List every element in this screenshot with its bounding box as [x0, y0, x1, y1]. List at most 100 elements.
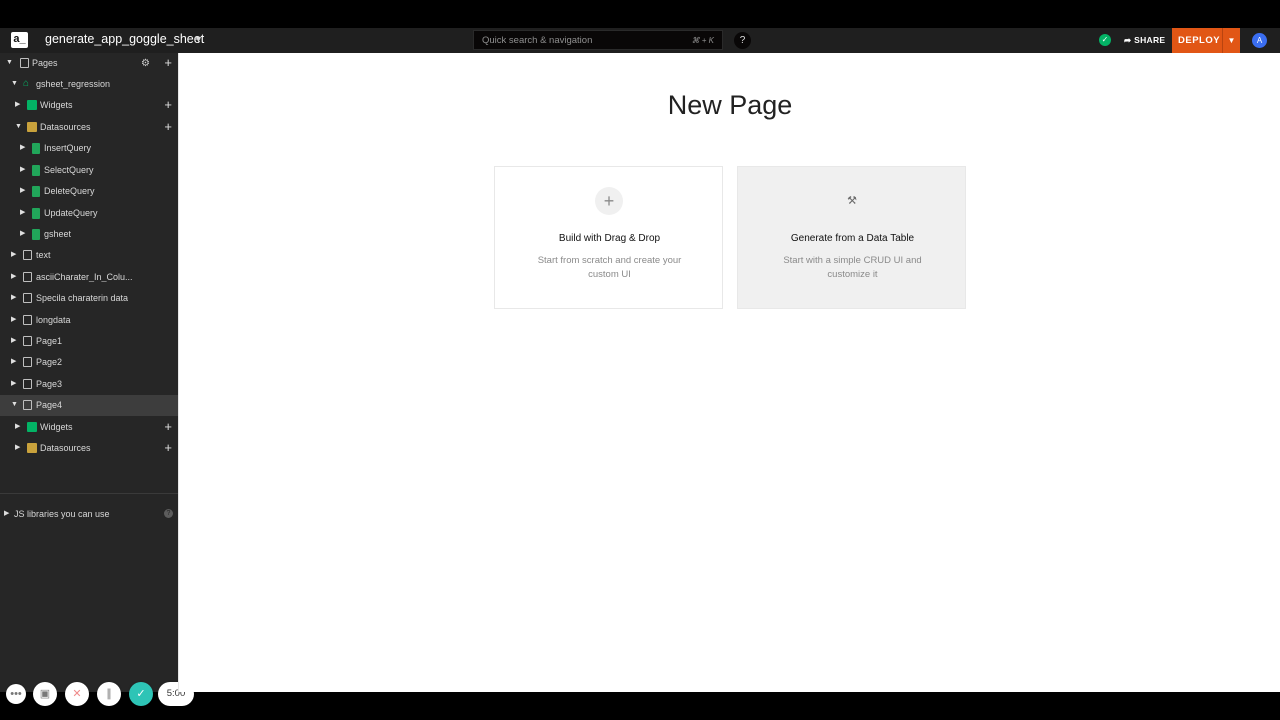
sidebar-item-label: Widgets — [40, 100, 73, 110]
sidebar-item-page[interactable]: ▶ text — [0, 245, 178, 266]
sidebar-item-label: Datasources — [40, 122, 91, 132]
datasource-icon — [27, 443, 37, 453]
camera-icon[interactable]: ▣ — [33, 682, 57, 706]
sidebar-item-label: SelectQuery — [44, 165, 94, 175]
widgets-icon — [27, 100, 37, 110]
sidebar-item-datasource[interactable]: ▶ gsheet — [0, 224, 178, 245]
js-libraries-section[interactable]: ▶ JS libraries you can use ? — [0, 504, 178, 524]
sidebar-item-label: InsertQuery — [44, 143, 92, 153]
help-button[interactable]: ? — [734, 32, 751, 49]
deploy-dropdown-icon[interactable]: ▼ — [1222, 28, 1240, 53]
app-name[interactable]: generate_app_goggle_sheet — [45, 32, 204, 46]
sidebar-divider — [0, 493, 178, 494]
pages-icon — [20, 58, 29, 68]
page-title: New Page — [667, 90, 793, 120]
caret-down-icon[interactable]: ▼ — [11, 400, 19, 410]
page-icon — [23, 400, 32, 410]
caret-right-icon[interactable]: ▶ — [11, 250, 19, 260]
sidebar-item-label: Page4 — [36, 400, 63, 410]
search-shortcut: ⌘ + K — [691, 36, 714, 45]
chevron-down-icon[interactable]: ▼ — [194, 34, 203, 44]
sidebar-item-page[interactable]: ▶ Page3 — [0, 374, 178, 395]
pause-icon[interactable]: ∥ — [97, 682, 121, 706]
add-widget-icon[interactable]: + — [164, 97, 172, 112]
caret-right-icon[interactable]: ▶ — [20, 165, 28, 175]
home-icon: ⌂ — [23, 78, 30, 89]
appsmith-logo[interactable]: a_ — [11, 32, 28, 48]
search-placeholder: Quick search & navigation — [482, 35, 593, 46]
page-icon — [23, 272, 32, 282]
close-icon[interactable]: ✕ — [65, 682, 89, 706]
sidebar-item-query[interactable]: ▶ InsertQuery — [0, 138, 178, 159]
sidebar-item-label: gsheet_regression — [36, 79, 111, 89]
google-sheets-icon — [32, 208, 40, 219]
sidebar-item-label: Page3 — [36, 379, 63, 389]
sidebar-item-label: Datasources — [40, 443, 91, 453]
caret-right-icon[interactable]: ▶ — [4, 509, 9, 517]
sidebar-item-label: longdata — [36, 315, 71, 325]
add-page-icon[interactable]: + — [164, 55, 172, 70]
share-label: SHARE — [1134, 35, 1166, 45]
sidebar-item-page[interactable]: ▶ Specila charaterin data — [0, 288, 178, 309]
add-datasource-icon[interactable]: + — [164, 440, 172, 455]
caret-right-icon[interactable]: ▶ — [15, 422, 23, 432]
avatar[interactable]: A — [1252, 33, 1267, 48]
check-icon[interactable]: ✓ — [129, 682, 153, 706]
google-sheets-icon — [32, 186, 40, 197]
sidebar-item-page[interactable]: ▼ ⌂ gsheet_regression — [0, 74, 178, 95]
add-widget-icon[interactable]: + — [164, 419, 172, 434]
deploy-button[interactable]: DEPLOY ▼ — [1172, 28, 1240, 53]
sidebar-item-query[interactable]: ▶ UpdateQuery — [0, 203, 178, 224]
caret-right-icon[interactable]: ▶ — [20, 186, 28, 196]
magic-wand-icon: ⚒ — [847, 195, 857, 207]
card-title: Generate from a Data Table — [790, 233, 915, 244]
sidebar-item-widgets[interactable]: ▶ Widgets + — [0, 417, 178, 438]
caret-right-icon[interactable]: ▶ — [11, 293, 19, 303]
caret-down-icon[interactable]: ▼ — [6, 58, 14, 68]
sidebar-item-query[interactable]: ▶ SelectQuery — [0, 160, 178, 181]
sidebar-item-label: Page2 — [36, 357, 63, 367]
caret-right-icon[interactable]: ▶ — [15, 443, 23, 453]
caret-down-icon[interactable]: ▼ — [11, 79, 19, 89]
caret-right-icon[interactable]: ▶ — [20, 208, 28, 218]
caret-right-icon[interactable]: ▶ — [11, 357, 19, 367]
js-libraries-label: JS libraries you can use — [14, 509, 110, 519]
caret-down-icon[interactable]: ▼ — [15, 122, 23, 132]
build-drag-drop-card[interactable]: + Build with Drag & Drop Start from scra… — [494, 166, 723, 309]
page-icon — [23, 293, 32, 303]
generate-data-table-card[interactable]: ⚒ Generate from a Data Table Start with … — [737, 166, 966, 309]
sidebar-item-page-selected[interactable]: ▼ Page4 — [0, 395, 178, 416]
pages-header[interactable]: ▼ Pages ⚙ + — [0, 53, 178, 74]
help-icon[interactable]: ? — [164, 509, 173, 518]
caret-right-icon[interactable]: ▶ — [11, 315, 19, 325]
sidebar-item-page[interactable]: ▶ Page1 — [0, 331, 178, 352]
page-icon — [23, 250, 32, 260]
recorder-toolbar: ••• ▣ ✕ ∥ ✓ 5:00 — [6, 682, 196, 708]
caret-right-icon[interactable]: ▶ — [20, 143, 28, 153]
more-icon[interactable]: ••• — [6, 684, 26, 704]
caret-right-icon[interactable]: ▶ — [11, 272, 19, 282]
explorer-sidebar: ▼ Pages ⚙ + ▼ ⌂ gsheet_regression ▶ Widg… — [0, 53, 194, 706]
caret-right-icon[interactable]: ▶ — [15, 100, 23, 110]
sidebar-item-query[interactable]: ▶ DeleteQuery — [0, 181, 178, 202]
page-icon — [23, 336, 32, 346]
sidebar-item-label: Specila charaterin data — [36, 293, 129, 303]
caret-right-icon[interactable]: ▶ — [20, 229, 28, 239]
caret-right-icon[interactable]: ▶ — [11, 336, 19, 346]
google-sheets-icon — [32, 229, 40, 240]
share-button[interactable]: ➦ SHARE — [1124, 35, 1165, 46]
sidebar-item-page[interactable]: ▶ Page2 — [0, 352, 178, 373]
sidebar-item-datasources[interactable]: ▶ Datasources + — [0, 438, 178, 459]
gear-icon[interactable]: ⚙ — [141, 58, 150, 69]
google-sheets-icon — [32, 143, 40, 154]
caret-right-icon[interactable]: ▶ — [11, 379, 19, 389]
sidebar-item-page[interactable]: ▶ asciiCharater_In_Colu... — [0, 267, 178, 288]
sidebar-item-page[interactable]: ▶ longdata — [0, 310, 178, 331]
sidebar-item-widgets[interactable]: ▶ Widgets + — [0, 95, 178, 116]
page-icon — [23, 379, 32, 389]
top-header: a_ generate_app_goggle_sheet ▼ Quick sea… — [0, 28, 1280, 53]
sidebar-item-label: text — [36, 250, 51, 260]
sidebar-item-datasources[interactable]: ▼ Datasources + — [0, 117, 178, 138]
search-input[interactable]: Quick search & navigation ⌘ + K — [473, 30, 723, 50]
add-datasource-icon[interactable]: + — [164, 119, 172, 134]
